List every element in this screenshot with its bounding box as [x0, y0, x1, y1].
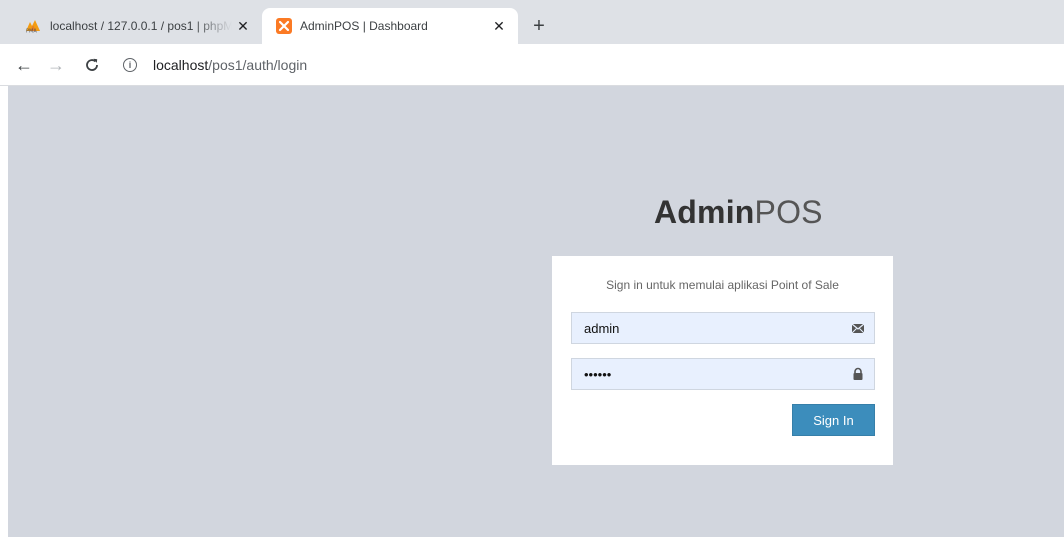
phpmyadmin-icon: PMA: [24, 19, 42, 35]
browser-tabstrip: PMA localhost / 127.0.0.1 / pos1 | phpMy…: [0, 0, 1064, 44]
xampp-icon: [276, 18, 292, 34]
logo-light: POS: [754, 194, 823, 230]
password-field: [571, 358, 875, 390]
lock-icon: [851, 367, 865, 381]
tab-phpmyadmin[interactable]: PMA localhost / 127.0.0.1 / pos1 | phpMy…: [16, 8, 262, 44]
forward-arrow-icon[interactable]: →: [44, 53, 68, 77]
site-info-icon[interactable]: i: [123, 58, 137, 72]
new-tab-button[interactable]: +: [528, 15, 550, 37]
username-input[interactable]: [572, 313, 874, 343]
login-page: AdminPOS Sign in untuk memulai aplikasi …: [8, 86, 1064, 537]
login-box: Sign in untuk memulai aplikasi Point of …: [552, 256, 893, 465]
url-path: /pos1/auth/login: [208, 57, 308, 73]
login-box-message: Sign in untuk memulai aplikasi Point of …: [606, 278, 839, 292]
close-tab-icon[interactable]: ✕: [488, 15, 510, 37]
sign-in-button[interactable]: Sign In: [792, 404, 875, 436]
address-bar[interactable]: localhost/pos1/auth/login: [153, 57, 307, 73]
reload-icon[interactable]: [80, 53, 104, 77]
back-arrow-icon[interactable]: ←: [12, 53, 36, 77]
tab-adminpos[interactable]: AdminPOS | Dashboard ✕: [262, 8, 518, 44]
username-field: [571, 312, 875, 344]
password-input[interactable]: [572, 359, 874, 389]
tab-title: AdminPOS | Dashboard: [300, 19, 428, 33]
url-host: localhost: [153, 57, 209, 73]
logo-bold: Admin: [654, 194, 755, 230]
tab-title: localhost / 127.0.0.1 / pos1 | phpMyAdmi…: [50, 19, 232, 33]
browser-toolbar: ← → i localhost/pos1/auth/login: [0, 44, 1064, 86]
svg-text:PMA: PMA: [26, 29, 37, 34]
envelope-icon: [851, 321, 865, 335]
close-tab-icon[interactable]: ✕: [232, 15, 254, 37]
app-logo[interactable]: AdminPOS: [654, 194, 823, 231]
